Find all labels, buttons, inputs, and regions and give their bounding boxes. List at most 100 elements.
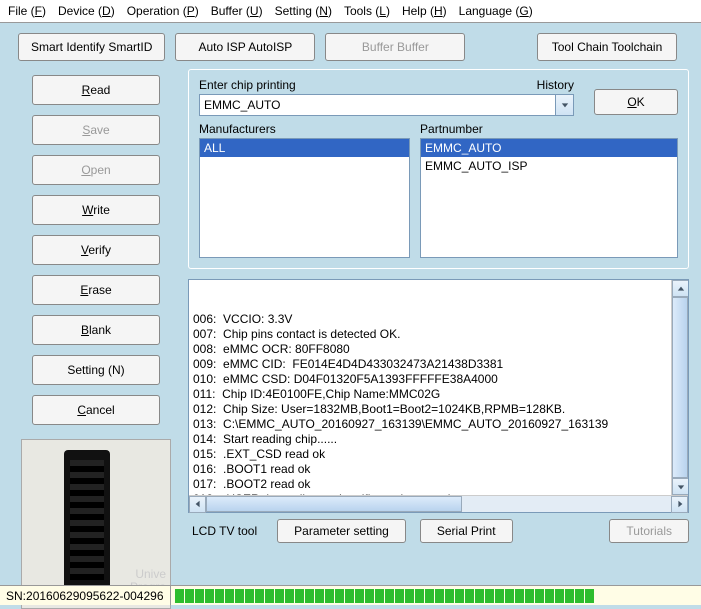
verify-button[interactable]: Verify [32,235,160,265]
progress-segment [565,589,574,603]
programmer-image [64,450,110,590]
progress-segment [285,589,294,603]
lcd-tv-tool-label: LCD TV tool [192,524,257,538]
menu-setting[interactable]: Setting (N) [271,2,336,20]
chip-dropdown-button[interactable] [556,94,574,116]
serial-print-button[interactable]: Serial Print [420,519,513,543]
serial-number: SN:20160629095622-004296 [0,586,171,605]
progress-segment [415,589,424,603]
auto-isp-button[interactable]: Auto ISP AutoISP [175,33,315,61]
partnumber-item[interactable]: EMMC_AUTO [421,139,677,157]
ok-button[interactable]: OK [594,89,678,115]
menu-buffer[interactable]: Buffer (U) [207,2,267,20]
manufacturer-item[interactable]: ALL [200,139,409,157]
manufacturers-label: Manufacturers [199,122,410,136]
progress-segment [205,589,214,603]
save-button[interactable]: Save [32,115,160,145]
tool-chain-button[interactable]: Tool Chain Toolchain [537,33,677,61]
write-button[interactable]: Write [32,195,160,225]
parameter-setting-button[interactable]: Parameter setting [277,519,406,543]
progress-segment [395,589,404,603]
chip-select-panel: Enter chip printing History OK Manufactu… [188,69,689,269]
progress-segment [535,589,544,603]
read-label-rest: ead [90,83,110,97]
log-panel: 006: VCCIO: 3.3V 007: Chip pins contact … [188,279,689,513]
scroll-up-button[interactable] [672,280,688,297]
chevron-down-icon [561,101,569,109]
log-vertical-scrollbar[interactable] [671,280,688,495]
progress-segment [435,589,444,603]
progress-segment [475,589,484,603]
partnumber-item[interactable]: EMMC_AUTO_ISP [421,157,677,175]
progress-segment [375,589,384,603]
left-sidebar: Read Save Open Write Verify Erase Blank … [12,69,180,609]
scroll-right-button[interactable] [671,496,688,513]
erase-button[interactable]: Erase [32,275,160,305]
progress-segment [195,589,204,603]
progress-segment [585,589,594,603]
progress-segment [495,589,504,603]
menu-language[interactable]: Language (G) [455,2,537,20]
menu-operation[interactable]: Operation (P) [123,2,203,20]
setting-button[interactable]: Setting (N) [32,355,160,385]
progress-segment [455,589,464,603]
progress-segment [525,589,534,603]
progress-segment [245,589,254,603]
progress-segment [305,589,314,603]
open-button[interactable]: Open [32,155,160,185]
progress-segment [545,589,554,603]
hscroll-thumb[interactable] [206,496,462,512]
chevron-up-icon [677,285,685,293]
progress-segment [575,589,584,603]
progress-segment [555,589,564,603]
scroll-thumb[interactable] [672,297,688,478]
status-bar: SN:20160629095622-004296 [0,585,701,605]
hscroll-track[interactable] [206,496,671,512]
menu-file[interactable]: File (F) [4,2,50,20]
cancel-button[interactable]: Cancel [32,395,160,425]
chevron-left-icon [194,500,202,508]
log-textarea[interactable]: 006: VCCIO: 3.3V 007: Chip pins contact … [189,280,671,495]
chip-input[interactable] [199,94,556,116]
tutorials-button[interactable]: Tutorials [609,519,689,543]
blank-button[interactable]: Blank [32,315,160,345]
progress-segment [185,589,194,603]
progress-segment [405,589,414,603]
enter-chip-label: Enter chip printing [199,78,537,92]
log-horizontal-scrollbar[interactable] [189,495,688,512]
progress-segment [275,589,284,603]
scroll-left-button[interactable] [189,496,206,513]
progress-segment [335,589,344,603]
smart-identify-label: Smart Identify SmartID [31,40,152,54]
chevron-down-icon [677,483,685,491]
menu-help[interactable]: Help (H) [398,2,451,20]
buffer-button[interactable]: Buffer Buffer [325,33,465,61]
read-button[interactable]: Read [32,75,160,105]
tool-chain-label: Tool Chain Toolchain [552,40,663,54]
chevron-right-icon [676,500,684,508]
partnumber-listbox[interactable]: EMMC_AUTOEMMC_AUTO_ISP [420,138,678,258]
progress-segment [265,589,274,603]
progress-segment [365,589,374,603]
menu-tools[interactable]: Tools (L) [340,2,394,20]
progress-segment [425,589,434,603]
menubar: File (F)Device (D)Operation (P)Buffer (U… [0,0,701,23]
main-area: Read Save Open Write Verify Erase Blank … [0,69,701,609]
progress-segment [215,589,224,603]
top-button-row: Smart Identify SmartID Auto ISP AutoISP … [0,23,701,69]
progress-segment [515,589,524,603]
progress-segment [505,589,514,603]
progress-segment [315,589,324,603]
progress-bar [175,589,698,603]
manufacturers-listbox[interactable]: ALL [199,138,410,258]
smart-identify-button[interactable]: Smart Identify SmartID [18,33,165,61]
progress-segment [465,589,474,603]
scroll-down-button[interactable] [672,478,688,495]
progress-segment [345,589,354,603]
setting-label: Setting (N) [67,363,124,377]
sn-label: SN: [6,589,26,603]
progress-segment [295,589,304,603]
scroll-track[interactable] [672,297,688,478]
chip-combo[interactable] [199,94,574,116]
menu-device[interactable]: Device (D) [54,2,119,20]
